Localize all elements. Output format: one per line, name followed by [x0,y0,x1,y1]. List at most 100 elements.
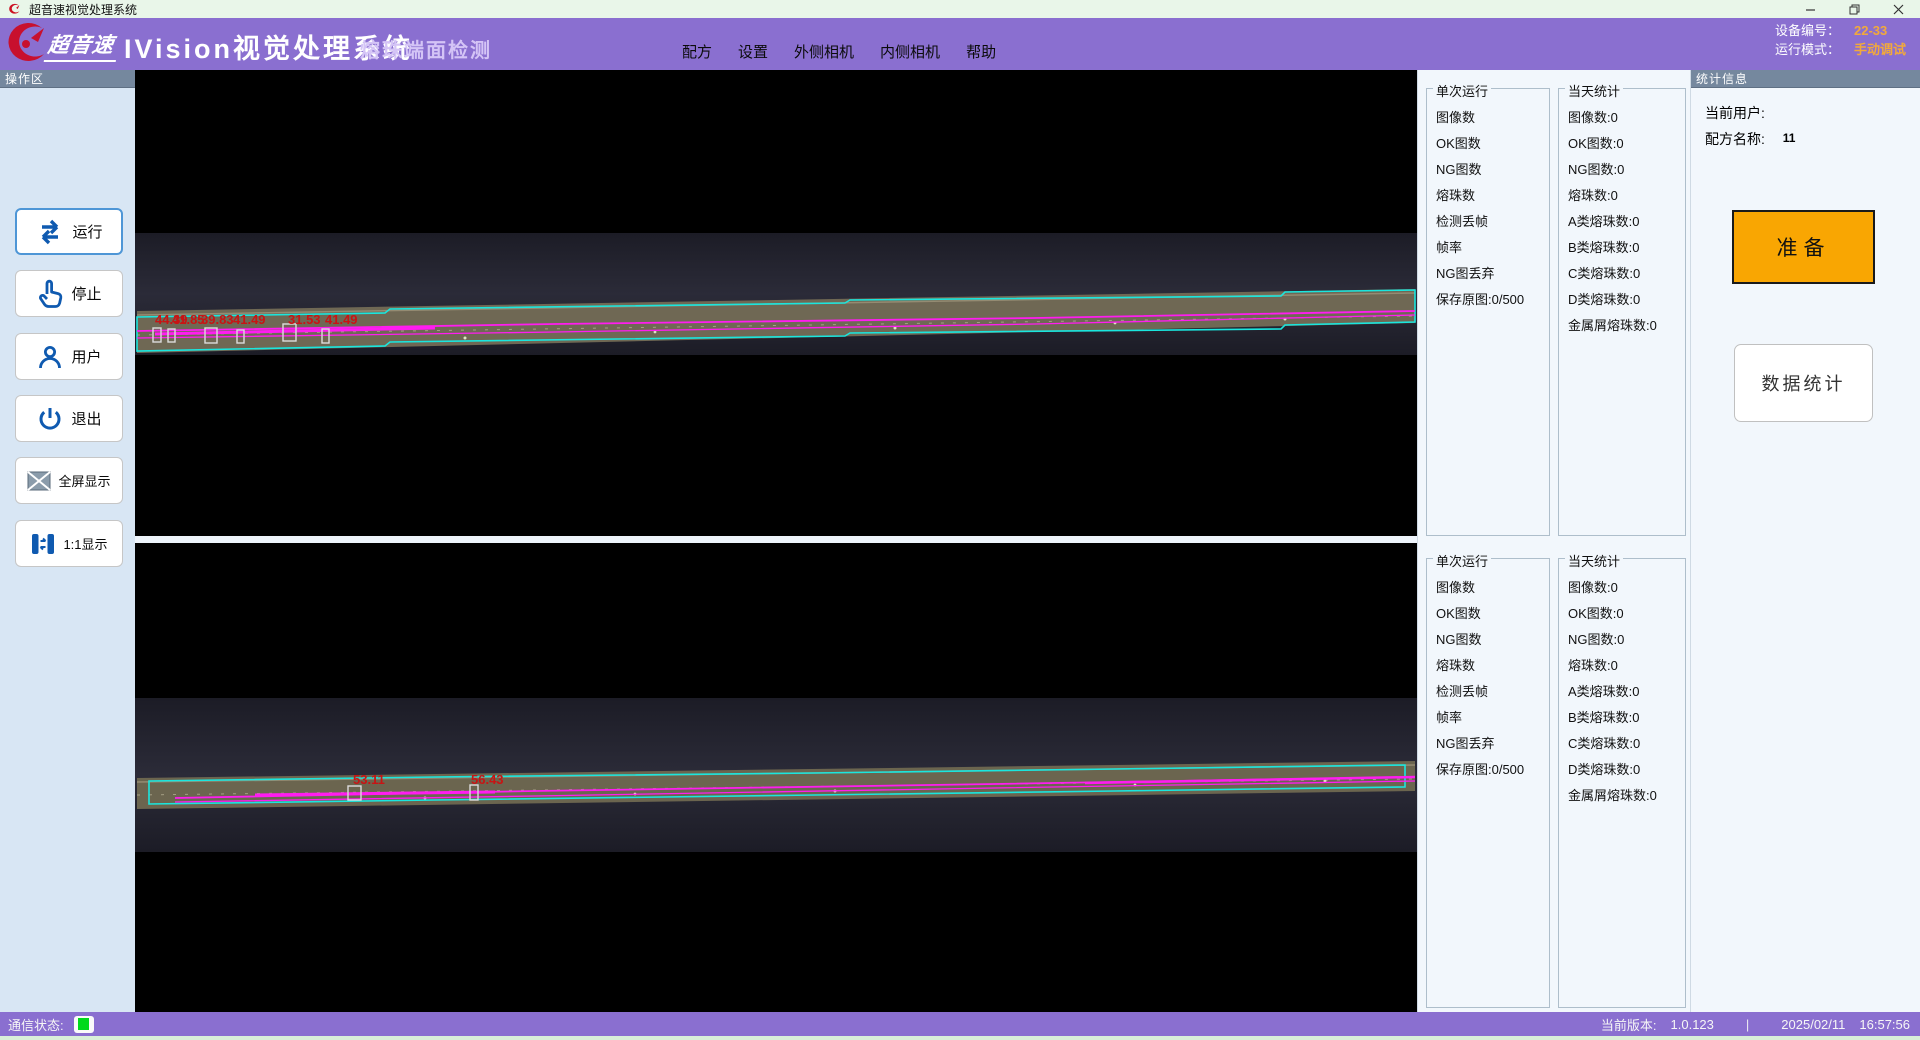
brand-logo-text: 超音速 [44,29,121,62]
recipe-name-label: 配方名称: [1705,131,1765,147]
groupbox-title: 单次运行 [1433,551,1491,570]
user-button[interactable]: 用户 [15,333,123,380]
run-mode-label: 运行模式： [1775,42,1840,58]
stat-row: 熔珠数:0 [1559,183,1685,209]
stat-row: 熔珠数 [1427,653,1549,679]
app-header: 超音速 IVision视觉处理系统 熔珠端面检测 配方 设置 外侧相机 内侧相机… [0,18,1920,70]
menu-item-inner-camera[interactable]: 内侧相机 [880,41,940,62]
one-to-one-icon [30,531,56,557]
device-number-label: 设备编号： [1775,23,1840,39]
menu-item-settings[interactable]: 设置 [738,41,768,62]
stat-row: NG图丢弃 [1427,261,1549,287]
version-value: 1.0.123 [1671,1017,1714,1032]
stat-row: 熔珠数:0 [1559,653,1685,679]
stat-row: 保存原图:0/500 [1427,287,1549,313]
stat-row: 检测丢帧 [1427,679,1549,705]
titlebar: 超音速视觉处理系统 [0,0,1920,18]
status-separator: | [1728,1017,1767,1032]
stat-row: 图像数 [1427,105,1549,131]
stat-row: D类熔珠数:0 [1559,287,1685,313]
stop-hand-icon [36,279,64,309]
stat-row: NG图数 [1427,627,1549,653]
fullscreen-button[interactable]: 全屏显示 [15,457,123,504]
camera-view-area: 44.3941.8539.8341.4931.5341.49 [135,70,1417,1012]
comm-status-green-icon [78,1018,89,1030]
user-icon [36,343,64,371]
status-bar: 通信状态: 当前版本: 1.0.123 | 2025/02/11 16:57:5… [0,1012,1920,1036]
version-label: 当前版本: [1601,1015,1657,1034]
stop-button[interactable]: 停止 [15,270,123,317]
groupbox-title: 单次运行 [1433,81,1491,100]
single-run-groupbox: 单次运行图像数OK图数NG图数熔珠数检测丢帧帧率NG图丢弃保存原图:0/500 [1426,558,1550,1008]
menu-item-outer-camera[interactable]: 外侧相机 [794,41,854,62]
one-to-one-button-label: 1:1显示 [63,534,107,553]
run-button[interactable]: 运行 [15,208,123,255]
stat-row: NG图数:0 [1559,157,1685,183]
daily-stats-groupbox: 当天统计图像数:0OK图数:0NG图数:0熔珠数:0A类熔珠数:0B类熔珠数:0… [1558,558,1686,1008]
stat-row: 图像数 [1427,575,1549,601]
stat-row: OK图数:0 [1559,601,1685,627]
recipe-name-row: 配方名称: 11 [1705,129,1795,149]
stat-row: 图像数:0 [1559,575,1685,601]
stat-row: 金属屑熔珠数:0 [1559,313,1685,339]
measurement-label: 41.49 [233,312,266,327]
stat-row: B类熔珠数:0 [1559,705,1685,731]
operation-panel-caption: 操作区 [0,70,135,88]
minimize-button[interactable] [1788,0,1832,18]
stat-row: 帧率 [1427,235,1549,261]
data-statistics-button[interactable]: 数据统计 [1734,344,1873,422]
run-button-label: 运行 [72,221,102,242]
measurement-label: 31.53 [288,312,321,327]
stat-row: 帧率 [1427,705,1549,731]
restore-button[interactable] [1832,0,1876,18]
window-controls [1788,0,1920,18]
stat-row: 检测丢帧 [1427,209,1549,235]
run-mode-value: 手动调试 [1854,42,1906,58]
ready-button[interactable]: 准备 [1732,210,1875,284]
inner-camera-image: 53.1156.43 [135,543,1417,1012]
groupbox-title: 当天统计 [1565,81,1623,100]
main-menu: 配方 设置 外侧相机 内侧相机 帮助 [682,18,996,70]
menu-item-recipe[interactable]: 配方 [682,41,712,62]
outer-camera-image: 44.3941.8539.8341.4931.5341.49 [135,70,1417,536]
power-icon [36,405,64,433]
one-to-one-button[interactable]: 1:1显示 [15,520,123,567]
inner-camera-stats-section: 单次运行图像数OK图数NG图数熔珠数检测丢帧帧率NG图丢弃保存原图:0/500当… [1418,558,1691,1008]
stat-row: 保存原图:0/500 [1427,757,1549,783]
app-logo-icon [8,3,21,16]
stat-row: OK图数 [1427,131,1549,157]
groupbox-title: 当天统计 [1565,551,1623,570]
close-button[interactable] [1876,0,1920,18]
single-run-groupbox: 单次运行图像数OK图数NG图数熔珠数检测丢帧帧率NG图丢弃保存原图:0/500 [1426,88,1550,536]
operation-sidebar: 操作区 运行 停止 用户 [0,70,135,1012]
daily-stats-groupbox: 当天统计图像数:0OK图数:0NG图数:0熔珠数:0A类熔珠数:0B类熔珠数:0… [1558,88,1686,536]
stat-row: C类熔珠数:0 [1559,731,1685,757]
stat-row: NG图数 [1427,157,1549,183]
statistics-info-caption: 统计信息 [1691,70,1920,88]
status-time: 16:57:56 [1859,1017,1910,1032]
stat-row: NG图数:0 [1559,627,1685,653]
stat-row: C类熔珠数:0 [1559,261,1685,287]
outer-camera-stats-section: 单次运行图像数OK图数NG图数熔珠数检测丢帧帧率NG图丢弃保存原图:0/500当… [1418,88,1691,536]
measurement-label: 56.43 [471,772,504,787]
app-window: 超音速视觉处理系统 超音速 IVision视觉处理系统 熔珠端面检测 配方 设置… [0,0,1920,1040]
menu-item-help[interactable]: 帮助 [966,41,996,62]
statistics-column: 单次运行图像数OK图数NG图数熔珠数检测丢帧帧率NG图丢弃保存原图:0/500当… [1417,70,1690,1012]
status-bar-right: 当前版本: 1.0.123 | 2025/02/11 16:57:56 [1601,1015,1910,1034]
stat-row: NG图丢弃 [1427,731,1549,757]
stat-row: 熔珠数 [1427,183,1549,209]
recipe-name-value: 11 [1783,131,1796,145]
status-date: 2025/02/11 [1781,1017,1845,1032]
app-subtitle: 熔珠端面检测 [360,34,492,63]
comm-status-label: 通信状态: [8,1015,64,1034]
current-user-label: 当前用户: [1705,105,1765,121]
window-bottom-edge [0,1036,1920,1040]
stop-button-label: 停止 [71,283,101,304]
measurement-label: 39.83 [201,312,234,327]
current-user-row: 当前用户: [1705,103,1779,123]
stat-row: D类熔珠数:0 [1559,757,1685,783]
main-area: 操作区 运行 停止 用户 [0,70,1920,1012]
exit-button[interactable]: 退出 [15,395,123,442]
close-icon [1893,4,1904,15]
stat-row: B类熔珠数:0 [1559,235,1685,261]
